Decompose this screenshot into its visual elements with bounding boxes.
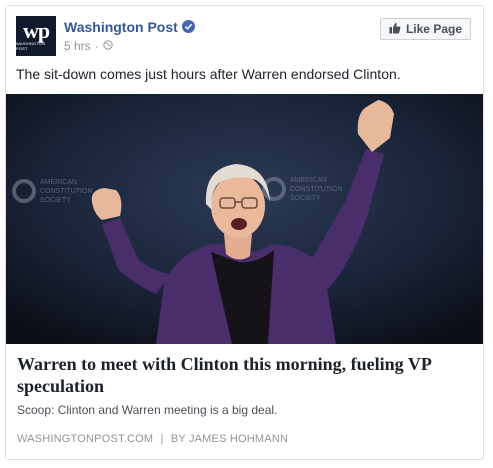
post-message: The sit-down comes just hours after Warr… — [16, 66, 401, 82]
article-description: Scoop: Clinton and Warren meeting is a b… — [17, 403, 278, 417]
globe-icon — [103, 39, 113, 53]
svg-text:AMERICAN: AMERICAN — [40, 179, 77, 186]
avatar-logo-sub: WASHINGTON POST — [16, 41, 46, 51]
like-page-button[interactable]: Like Page — [379, 18, 471, 40]
article-byline[interactable]: BY JAMES HOHMANN — [171, 433, 288, 445]
verified-badge-icon — [182, 20, 195, 33]
svg-text:CONSTITUTION: CONSTITUTION — [290, 186, 343, 193]
article-domain[interactable]: WASHINGTONPOST.COM — [17, 433, 153, 445]
article-source: WASHINGTONPOST.COM | BY JAMES HOHMANN — [17, 433, 288, 445]
post-header: wp WASHINGTON POST Washington Post 5 hrs… — [16, 16, 471, 56]
article-photo-image: AMERICAN CONSTITUTION SOCIETY AMERICAN C… — [6, 94, 483, 344]
page-avatar[interactable]: wp WASHINGTON POST — [16, 16, 56, 56]
meta-separator: · — [94, 39, 99, 53]
svg-text:SOCIETY: SOCIETY — [40, 197, 71, 204]
page-name-link[interactable]: Washington Post — [64, 19, 178, 35]
thumbs-up-icon — [389, 22, 401, 37]
post-timestamp[interactable]: 5 hrs — [64, 39, 91, 53]
article-headline-link[interactable]: Warren to meet with Clinton this morning… — [17, 353, 472, 397]
post-meta: 5 hrs · — [64, 39, 113, 53]
source-divider: | — [160, 433, 164, 445]
like-page-label: Like Page — [405, 22, 462, 36]
post-card: wp WASHINGTON POST Washington Post 5 hrs… — [5, 5, 484, 460]
svg-text:SOCIETY: SOCIETY — [290, 195, 321, 202]
avatar-logo-text: wp — [22, 18, 50, 43]
svg-text:AMERICAN: AMERICAN — [290, 177, 327, 184]
svg-text:CONSTITUTION: CONSTITUTION — [40, 188, 93, 195]
article-photo[interactable]: AMERICAN CONSTITUTION SOCIETY AMERICAN C… — [6, 94, 483, 344]
